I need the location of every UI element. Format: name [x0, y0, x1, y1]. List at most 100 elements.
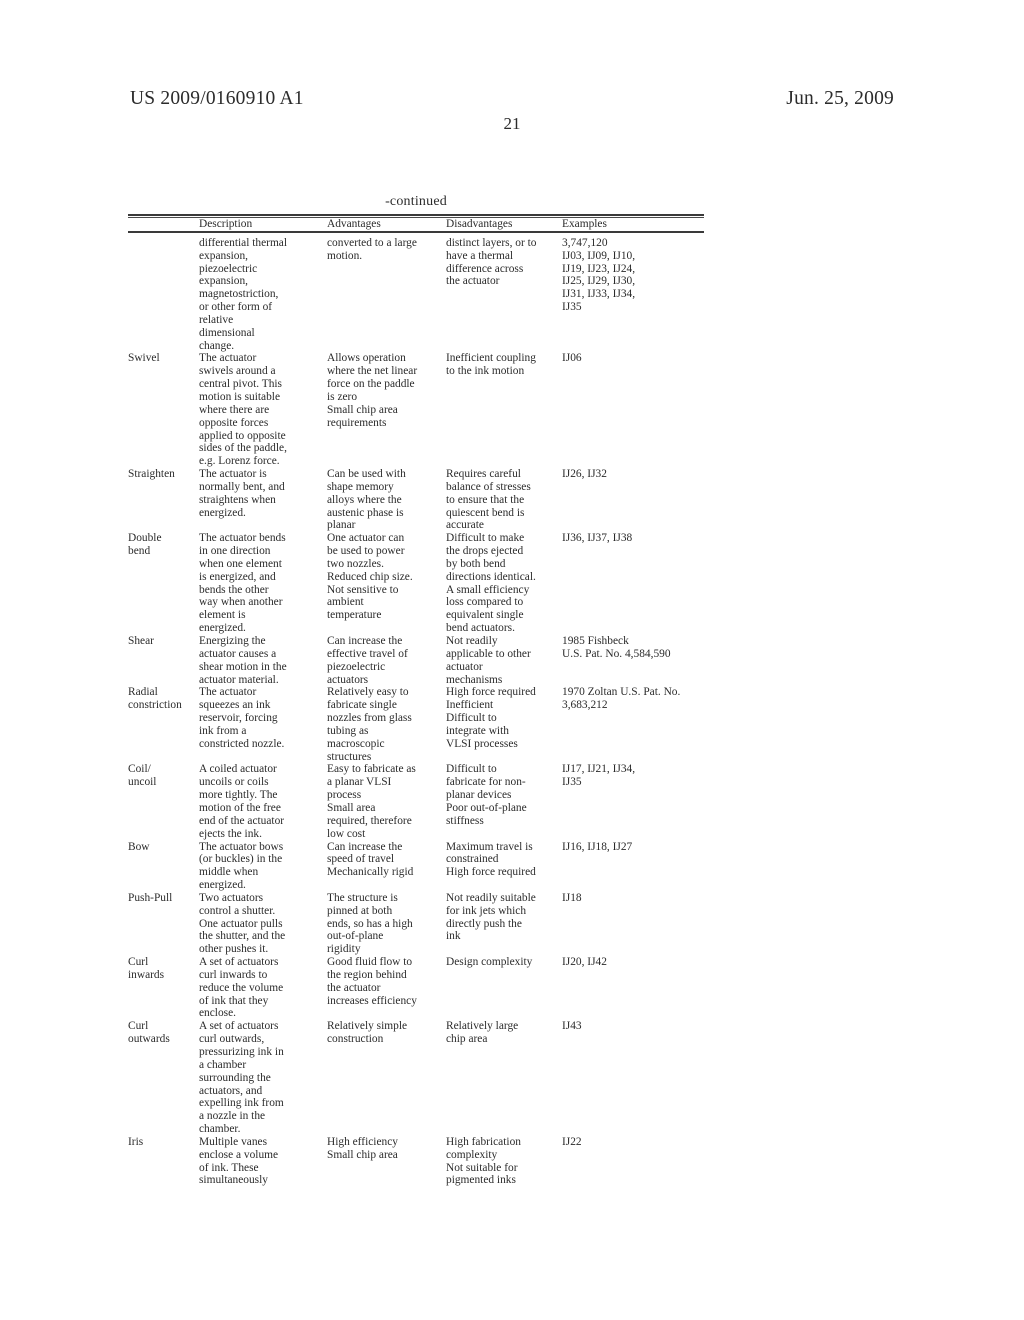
cell-description: The actuator is normally bent, and straigh… — [199, 468, 327, 532]
cell-label: Coil/uncoil — [128, 763, 199, 840]
cell-line: opposite forces — [199, 416, 269, 429]
cell-line: pressurizing ink in — [199, 1046, 284, 1058]
cell-line: High fabrication — [446, 1135, 521, 1148]
cell-line: The actuator is — [199, 468, 267, 481]
cell-line: macroscopic — [327, 737, 385, 750]
cell-line: Swivel — [128, 352, 160, 365]
cell-examples: IJ36, IJ37, IJ38 — [562, 532, 704, 635]
cell-line: Energizing the — [199, 635, 266, 647]
cell-line: required, therefore — [327, 814, 412, 827]
cell-line: for ink jets which — [446, 904, 527, 917]
cell-line: Can be used with — [327, 468, 406, 481]
cell-line: by both bend — [446, 557, 506, 570]
cell-line: austenic phase is — [327, 506, 404, 519]
cell-examples: IJ06 — [562, 352, 704, 468]
cell-line: U.S. Pat. No. 4,584,590 — [562, 647, 671, 660]
cell-line: IJ16, IJ18, IJ27 — [562, 840, 633, 853]
cell-line: end of the actuator — [199, 814, 285, 827]
cell-line: Shear — [128, 635, 154, 647]
cell-disadvantages: Not readily applicable to other actuator me… — [446, 635, 562, 686]
cell-line: inwards — [128, 968, 165, 981]
cell-description: A set of actuators curl inwards to reduce … — [199, 956, 327, 1020]
cell-line: ink — [446, 930, 461, 943]
cell-description: Multiple vanes enclose a volume of ink. Th… — [199, 1136, 327, 1187]
cell-line: enclose. — [199, 1007, 237, 1020]
cell-examples: IJ20, IJ42 — [562, 956, 704, 1020]
cell-line: structures — [327, 750, 372, 763]
table-row: Shear Energizing the actuator causes a shea… — [128, 635, 704, 686]
cell-line: Inefficient coupling — [446, 352, 536, 365]
cell-line: Requires careful — [446, 468, 521, 481]
cell-line: increases efficiency — [327, 994, 417, 1007]
cell-line: constrained — [446, 853, 499, 866]
cell-line: Can increase the — [327, 840, 403, 853]
cell-advantages: One actuator can be used to power two nozz… — [327, 532, 446, 635]
table-row: Iris Multiple vanes enclose a volume of ink… — [128, 1136, 704, 1187]
cell-line: IJ35 — [562, 776, 582, 789]
cell-line: ends, so has a high — [327, 917, 413, 930]
cell-line: Difficult to — [446, 763, 497, 776]
column-header-description: Description — [199, 218, 253, 230]
cell-line: IJ17, IJ21, IJ34, — [562, 763, 636, 776]
cell-line: planar devices — [446, 789, 512, 802]
table-body: differential thermal expansion, piezoelect… — [128, 233, 704, 1187]
cell-line: One actuator pulls — [199, 917, 283, 930]
column-header-label — [128, 218, 199, 232]
cell-line: alloys where the — [327, 493, 402, 506]
cell-line: enclose a volume — [199, 1148, 279, 1161]
cell-advantages: High efficiency Small chip area — [327, 1136, 446, 1187]
cell-line: A set of actuators — [199, 956, 279, 969]
cell-line: Small chip area — [327, 1148, 398, 1161]
cell-disadvantages: High force required Inefficient Difficult … — [446, 686, 562, 763]
cell-line: Bow — [128, 840, 150, 853]
cell-line: VLSI processes — [446, 737, 518, 750]
cell-line: Can increase the — [327, 635, 403, 647]
table-row: Curl outwards A set of actuators curl outwa… — [128, 1020, 704, 1136]
column-header-advantages: Advantages — [327, 218, 381, 230]
cell-line: have a thermal — [446, 249, 514, 262]
cell-line: A coiled actuator — [199, 763, 277, 776]
cell-description: differential thermal expansion, piezoelect… — [199, 233, 327, 353]
cell-line: High force required — [446, 866, 536, 879]
cell-advantages: Allows operation where the net linear forc… — [327, 352, 446, 468]
cell-label: Iris — [128, 1136, 199, 1187]
cell-advantages: The structure is pinned at both ends, so h… — [327, 892, 446, 956]
cell-line: where there are — [199, 403, 270, 416]
cell-line: of ink that they — [199, 994, 269, 1007]
cell-line: converted to a large — [327, 236, 417, 249]
cell-label: Bow — [128, 841, 199, 892]
cell-line: piezoelectric — [199, 262, 258, 275]
column-header-disadvantages: Disadvantages — [446, 218, 513, 230]
cell-line: energized. — [199, 622, 246, 635]
cell-line: IJ18 — [562, 891, 582, 904]
cell-line: a planar VLSI — [327, 776, 392, 789]
cell-line: way when another — [199, 596, 283, 609]
cell-line: bend — [128, 545, 151, 558]
cell-line: Reduced chip size. — [327, 570, 413, 583]
cell-line: normally bent, and — [199, 480, 285, 493]
table-continued-label: -continued — [385, 194, 447, 209]
cell-disadvantages: Difficult to make the drops ejected by bot… — [446, 532, 562, 635]
cell-line: Allows operation — [327, 352, 406, 365]
table-row: Straighten The actuator is normally bent, … — [128, 468, 704, 532]
cell-disadvantages: distinct layers, or to have a thermal diff… — [446, 233, 562, 353]
cell-line: Curl — [128, 1020, 149, 1033]
cell-line: 1985 Fishbeck — [562, 635, 629, 647]
cell-line: is energized, and — [199, 570, 276, 583]
cell-line: Straighten — [128, 468, 175, 481]
cell-line: The actuator bows — [199, 840, 284, 853]
cell-line: actuator causes a — [199, 647, 277, 660]
cell-description: The actuator bows (or buckles) in the midd… — [199, 841, 327, 892]
cell-line: directly push the — [446, 917, 522, 930]
cell-line: in one direction — [199, 545, 271, 558]
cell-line: Mechanically rigid — [327, 866, 414, 879]
cell-line: rigidity — [327, 943, 361, 956]
cell-label: Double bend — [128, 532, 199, 635]
cell-advantages: converted to a large motion. — [327, 233, 446, 353]
table-row: Curl inwards A set of actuators curl inward… — [128, 956, 704, 1020]
cell-line: stiffness — [446, 814, 484, 827]
cell-line: (or buckles) in the — [199, 853, 283, 866]
cell-disadvantages: Design complexity — [446, 956, 562, 1020]
cell-line: two nozzles. — [327, 557, 384, 570]
cell-examples: 1985 Fishbeck U.S. Pat. No. 4,584,590 — [562, 635, 704, 686]
